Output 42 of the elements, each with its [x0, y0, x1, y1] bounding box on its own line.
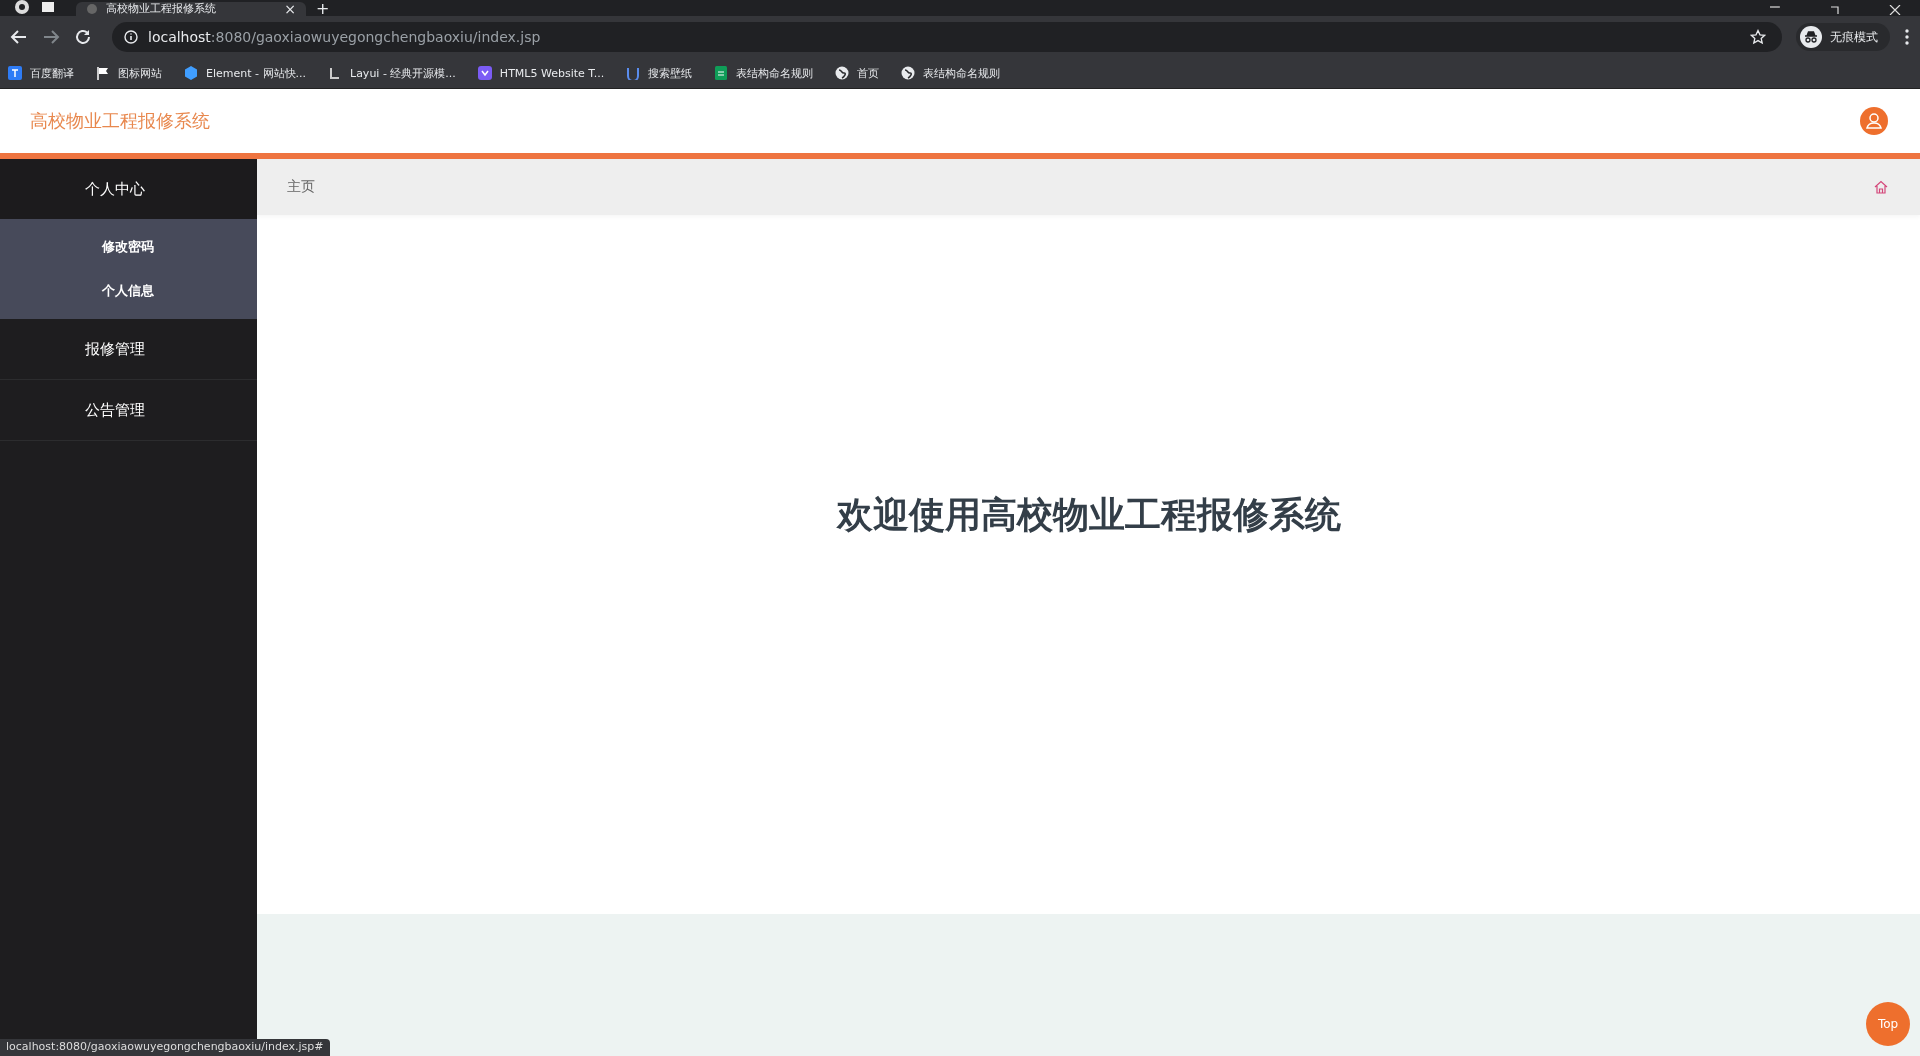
close-icon[interactable]: [1888, 5, 1902, 15]
bookmark[interactable]: Element - 网站快...: [184, 65, 306, 81]
more-menu-icon[interactable]: [1904, 28, 1910, 46]
bookmark[interactable]: 表结构命名规则: [901, 65, 1001, 81]
star-icon[interactable]: [1750, 29, 1766, 45]
close-tab-button[interactable]: ×: [284, 3, 296, 15]
bookmark[interactable]: 搜索壁纸: [626, 65, 693, 81]
browser-tab[interactable]: 高校物业工程报修系统 ×: [76, 2, 306, 16]
address-bar[interactable]: localhost:8080/gaoxiaowuyegongchengbaoxiu/index.jsp: [112, 22, 1782, 52]
home-icon[interactable]: [1874, 180, 1888, 194]
submenu-item[interactable]: 修改密码: [0, 225, 257, 269]
page-icon: [86, 2, 98, 15]
reload-icon[interactable]: [74, 28, 92, 46]
info-icon: [124, 30, 138, 44]
breadcrumb-link[interactable]: 主页: [287, 178, 315, 196]
submenu-item[interactable]: 个人信息: [0, 269, 257, 313]
bookmark[interactable]: 图标网站: [96, 65, 162, 81]
back-icon[interactable]: [10, 28, 28, 46]
globe-icon: [835, 66, 850, 80]
translate-icon: [8, 66, 22, 80]
bookmark[interactable]: 表结构命名规则: [714, 65, 814, 81]
hexagon-icon: [184, 66, 198, 80]
bookmark[interactable]: 首页: [835, 65, 880, 81]
restore-icon[interactable]: [1828, 5, 1842, 15]
window-icon[interactable]: [40, 0, 56, 15]
incognito-icon: [1800, 26, 1822, 48]
site-title: 高校物业工程报修系统: [30, 109, 210, 133]
bookmark[interactable]: Layui - 经典开源模...: [328, 65, 456, 81]
new-tab-button[interactable]: +: [316, 2, 330, 16]
globe-icon: [901, 66, 916, 80]
url-text: localhost:8080/gaoxiaowuyegongchengbaoxiu/index.jsp: [148, 29, 541, 45]
browser-logo-icon[interactable]: [14, 0, 30, 15]
user-avatar-icon[interactable]: [1860, 107, 1888, 135]
forward-icon[interactable]: [42, 28, 60, 46]
tab-title: 高校物业工程报修系统: [106, 3, 216, 15]
spreadsheet-icon: [714, 66, 729, 80]
bookmark[interactable]: 百度翻译: [8, 65, 74, 81]
flag-icon: [96, 66, 110, 80]
bookmark[interactable]: HTML5 Website T...: [477, 66, 605, 80]
status-url: localhost:8080/gaoxiaowuyegongchengbaoxiu/index.jsp#: [0, 1039, 330, 1056]
welcome-heading: 欢迎使用高校物业工程报修系统: [836, 493, 1341, 537]
incognito-button[interactable]: 无痕模式: [1796, 23, 1890, 51]
